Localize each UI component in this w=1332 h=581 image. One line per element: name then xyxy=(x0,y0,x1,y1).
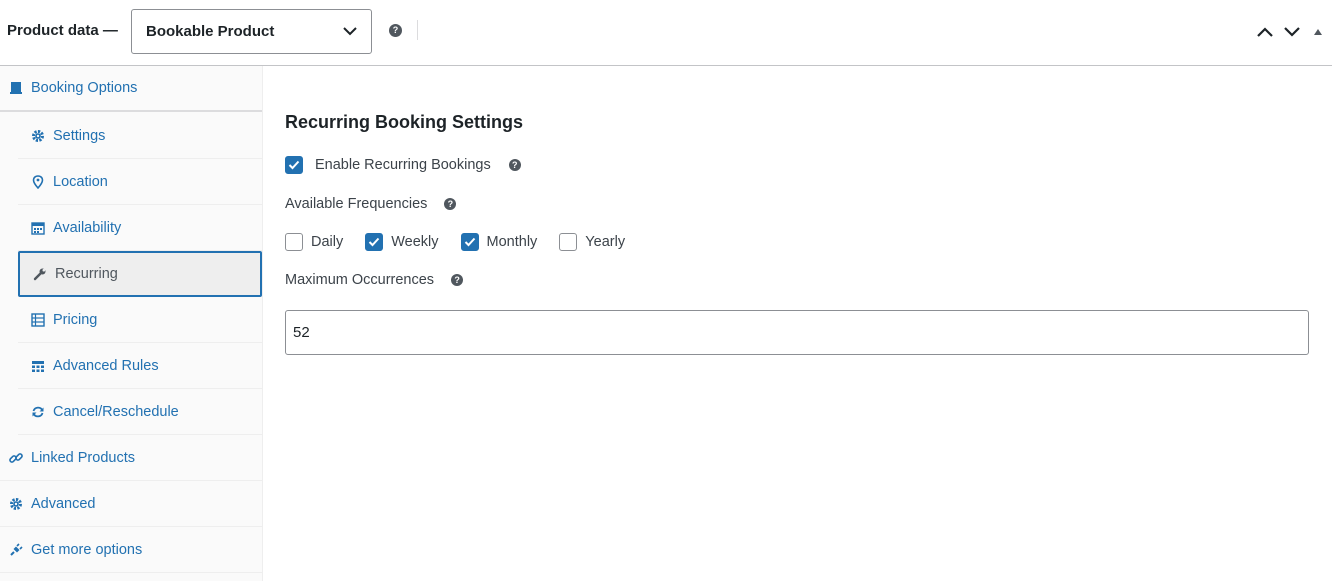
gear-icon xyxy=(30,128,46,144)
enable-recurring-label: Enable Recurring Bookings xyxy=(315,157,491,173)
help-icon[interactable]: ? xyxy=(508,159,521,171)
product-type-value: Bookable Product xyxy=(146,23,275,40)
list-icon xyxy=(30,312,46,328)
product-data-tabs: Booking Options Settings Location Availa… xyxy=(0,66,263,581)
tab-label: Location xyxy=(53,173,108,190)
collapse-toggle-icon[interactable] xyxy=(1312,23,1330,41)
help-icon[interactable]: ? xyxy=(444,198,457,210)
link-icon xyxy=(8,450,24,466)
frequency-yearly[interactable]: Yearly xyxy=(559,233,625,251)
tab-label: Availability xyxy=(53,219,122,236)
frequency-label: Weekly xyxy=(391,234,439,250)
tab-label: Cancel/Reschedule xyxy=(53,403,179,420)
product-data-title: Product data — xyxy=(7,22,118,39)
move-up-icon[interactable] xyxy=(1256,23,1274,41)
max-occurrences-label: Maximum Occurrences xyxy=(285,272,435,288)
frequency-daily[interactable]: Daily xyxy=(285,233,343,251)
tab-pricing[interactable]: Pricing xyxy=(18,297,262,343)
tab-advanced-rules[interactable]: Advanced Rules xyxy=(18,343,262,389)
tab-label: Settings xyxy=(53,127,106,144)
frequency-weekly[interactable]: Weekly xyxy=(365,233,439,251)
header-divider xyxy=(417,20,418,40)
tab-booking-options[interactable]: Booking Options xyxy=(0,66,262,112)
max-occurrences-label-row: Maximum Occurrences ? xyxy=(285,270,464,290)
book-icon xyxy=(8,80,24,96)
enable-recurring-row: Enable Recurring Bookings ? xyxy=(285,155,521,175)
frequencies-label-row: Available Frequencies ? xyxy=(285,194,457,214)
help-icon[interactable]: ? xyxy=(451,274,464,286)
frequency-options: Daily Weekly Monthly Yearly xyxy=(285,232,647,252)
section-title: Recurring Booking Settings xyxy=(285,112,524,132)
tab-label: Advanced xyxy=(31,495,96,512)
calendar-icon xyxy=(30,220,46,236)
max-occurrences-input[interactable] xyxy=(285,310,1309,355)
frequency-monthly[interactable]: Monthly xyxy=(460,233,538,251)
recurring-panel: Recurring Booking Settings Enable Recurr… xyxy=(263,66,1332,581)
location-pin-icon xyxy=(30,174,46,190)
tab-label: Advanced Rules xyxy=(53,357,159,374)
frequency-label: Yearly xyxy=(585,234,626,250)
tab-advanced[interactable]: Advanced xyxy=(0,481,262,527)
move-down-icon[interactable] xyxy=(1283,23,1301,41)
plugin-icon xyxy=(8,542,24,558)
tab-availability[interactable]: Availability xyxy=(18,205,262,251)
frequency-checkbox[interactable] xyxy=(285,233,303,251)
product-data-header: Product data — Bookable Product ? xyxy=(0,0,1332,66)
tab-get-more-options[interactable]: Get more options xyxy=(0,527,262,573)
frequency-label: Daily xyxy=(311,234,344,250)
tab-label: Get more options xyxy=(31,541,143,558)
tab-label: Recurring xyxy=(55,266,118,282)
refresh-icon xyxy=(30,404,46,420)
tab-cancel-reschedule[interactable]: Cancel/Reschedule xyxy=(18,389,262,435)
frequency-checkbox[interactable] xyxy=(559,233,578,251)
product-type-select[interactable]: Bookable Product xyxy=(131,9,372,54)
tab-linked-products[interactable]: Linked Products xyxy=(0,435,262,481)
gear-icon xyxy=(8,496,24,512)
frequencies-label: Available Frequencies xyxy=(285,196,428,212)
tab-location[interactable]: Location xyxy=(18,159,262,205)
wrench-icon xyxy=(32,266,48,282)
frequency-label: Monthly xyxy=(486,234,538,250)
tab-label: Pricing xyxy=(53,311,98,328)
frequency-checkbox[interactable] xyxy=(460,233,479,251)
tab-recurring[interactable]: Recurring xyxy=(18,251,262,297)
tab-label: Booking Options xyxy=(31,80,138,96)
help-icon[interactable]: ? xyxy=(389,24,402,37)
grid-icon xyxy=(30,358,46,374)
tab-label: Linked Products xyxy=(31,449,135,466)
enable-recurring-checkbox[interactable] xyxy=(285,156,303,174)
tab-settings[interactable]: Settings xyxy=(18,113,262,159)
frequency-checkbox[interactable] xyxy=(365,233,384,251)
chevron-down-icon xyxy=(343,23,357,40)
